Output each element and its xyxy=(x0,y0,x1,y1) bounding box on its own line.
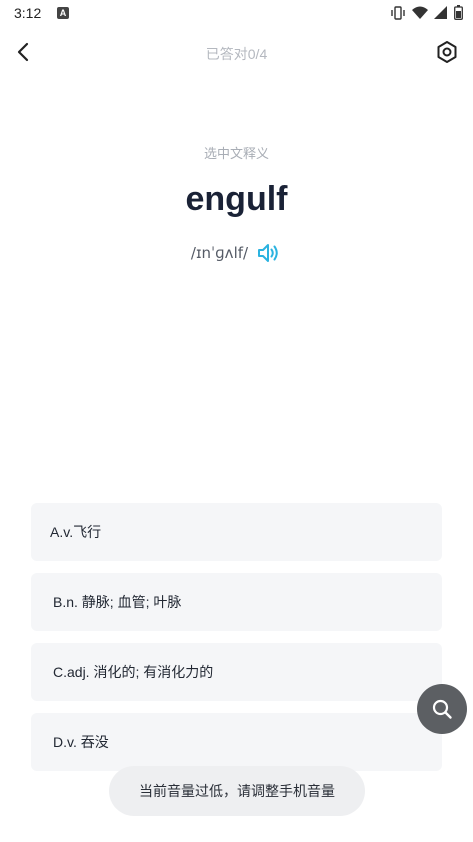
app-notification-icon: A xyxy=(57,7,69,19)
hexagon-gear-icon xyxy=(437,41,457,63)
search-button[interactable] xyxy=(417,684,467,734)
top-bar: 已答对0/4 xyxy=(0,30,473,76)
answer-options: A.v.飞行 B.n. 静脉; 血管; 叶脉 C.adj. 消化的; 有消化力的… xyxy=(31,503,442,783)
wifi-icon xyxy=(412,6,428,19)
status-time: 3:12 xyxy=(14,5,42,21)
status-icons xyxy=(390,5,463,20)
phonetic-transcription: /ɪnˈɡʌlf/ xyxy=(190,244,249,262)
option-a[interactable]: A.v.飞行 xyxy=(31,503,442,561)
settings-button[interactable] xyxy=(433,38,461,66)
battery-icon xyxy=(454,5,463,20)
volume-toast: 当前音量过低，请调整手机音量 xyxy=(109,766,365,816)
option-c[interactable]: C.adj. 消化的; 有消化力的 xyxy=(31,643,442,701)
speaker-icon xyxy=(258,244,278,262)
phonetic-row: /ɪnˈɡʌlf/ xyxy=(0,240,473,266)
progress-counter: 已答对0/4 xyxy=(205,46,268,62)
vocabulary-word: engulf xyxy=(185,180,288,218)
status-bar: 3:12 A xyxy=(0,0,473,26)
search-icon xyxy=(432,699,452,719)
signal-icon xyxy=(434,5,447,19)
option-b[interactable]: B.n. 静脉; 血管; 叶脉 xyxy=(31,573,442,631)
option-d[interactable]: D.v. 吞没 xyxy=(31,713,442,771)
question-instruction: 选中文释义 xyxy=(203,146,269,161)
vibrate-icon xyxy=(391,5,405,20)
pronunciation-button[interactable] xyxy=(256,240,282,266)
